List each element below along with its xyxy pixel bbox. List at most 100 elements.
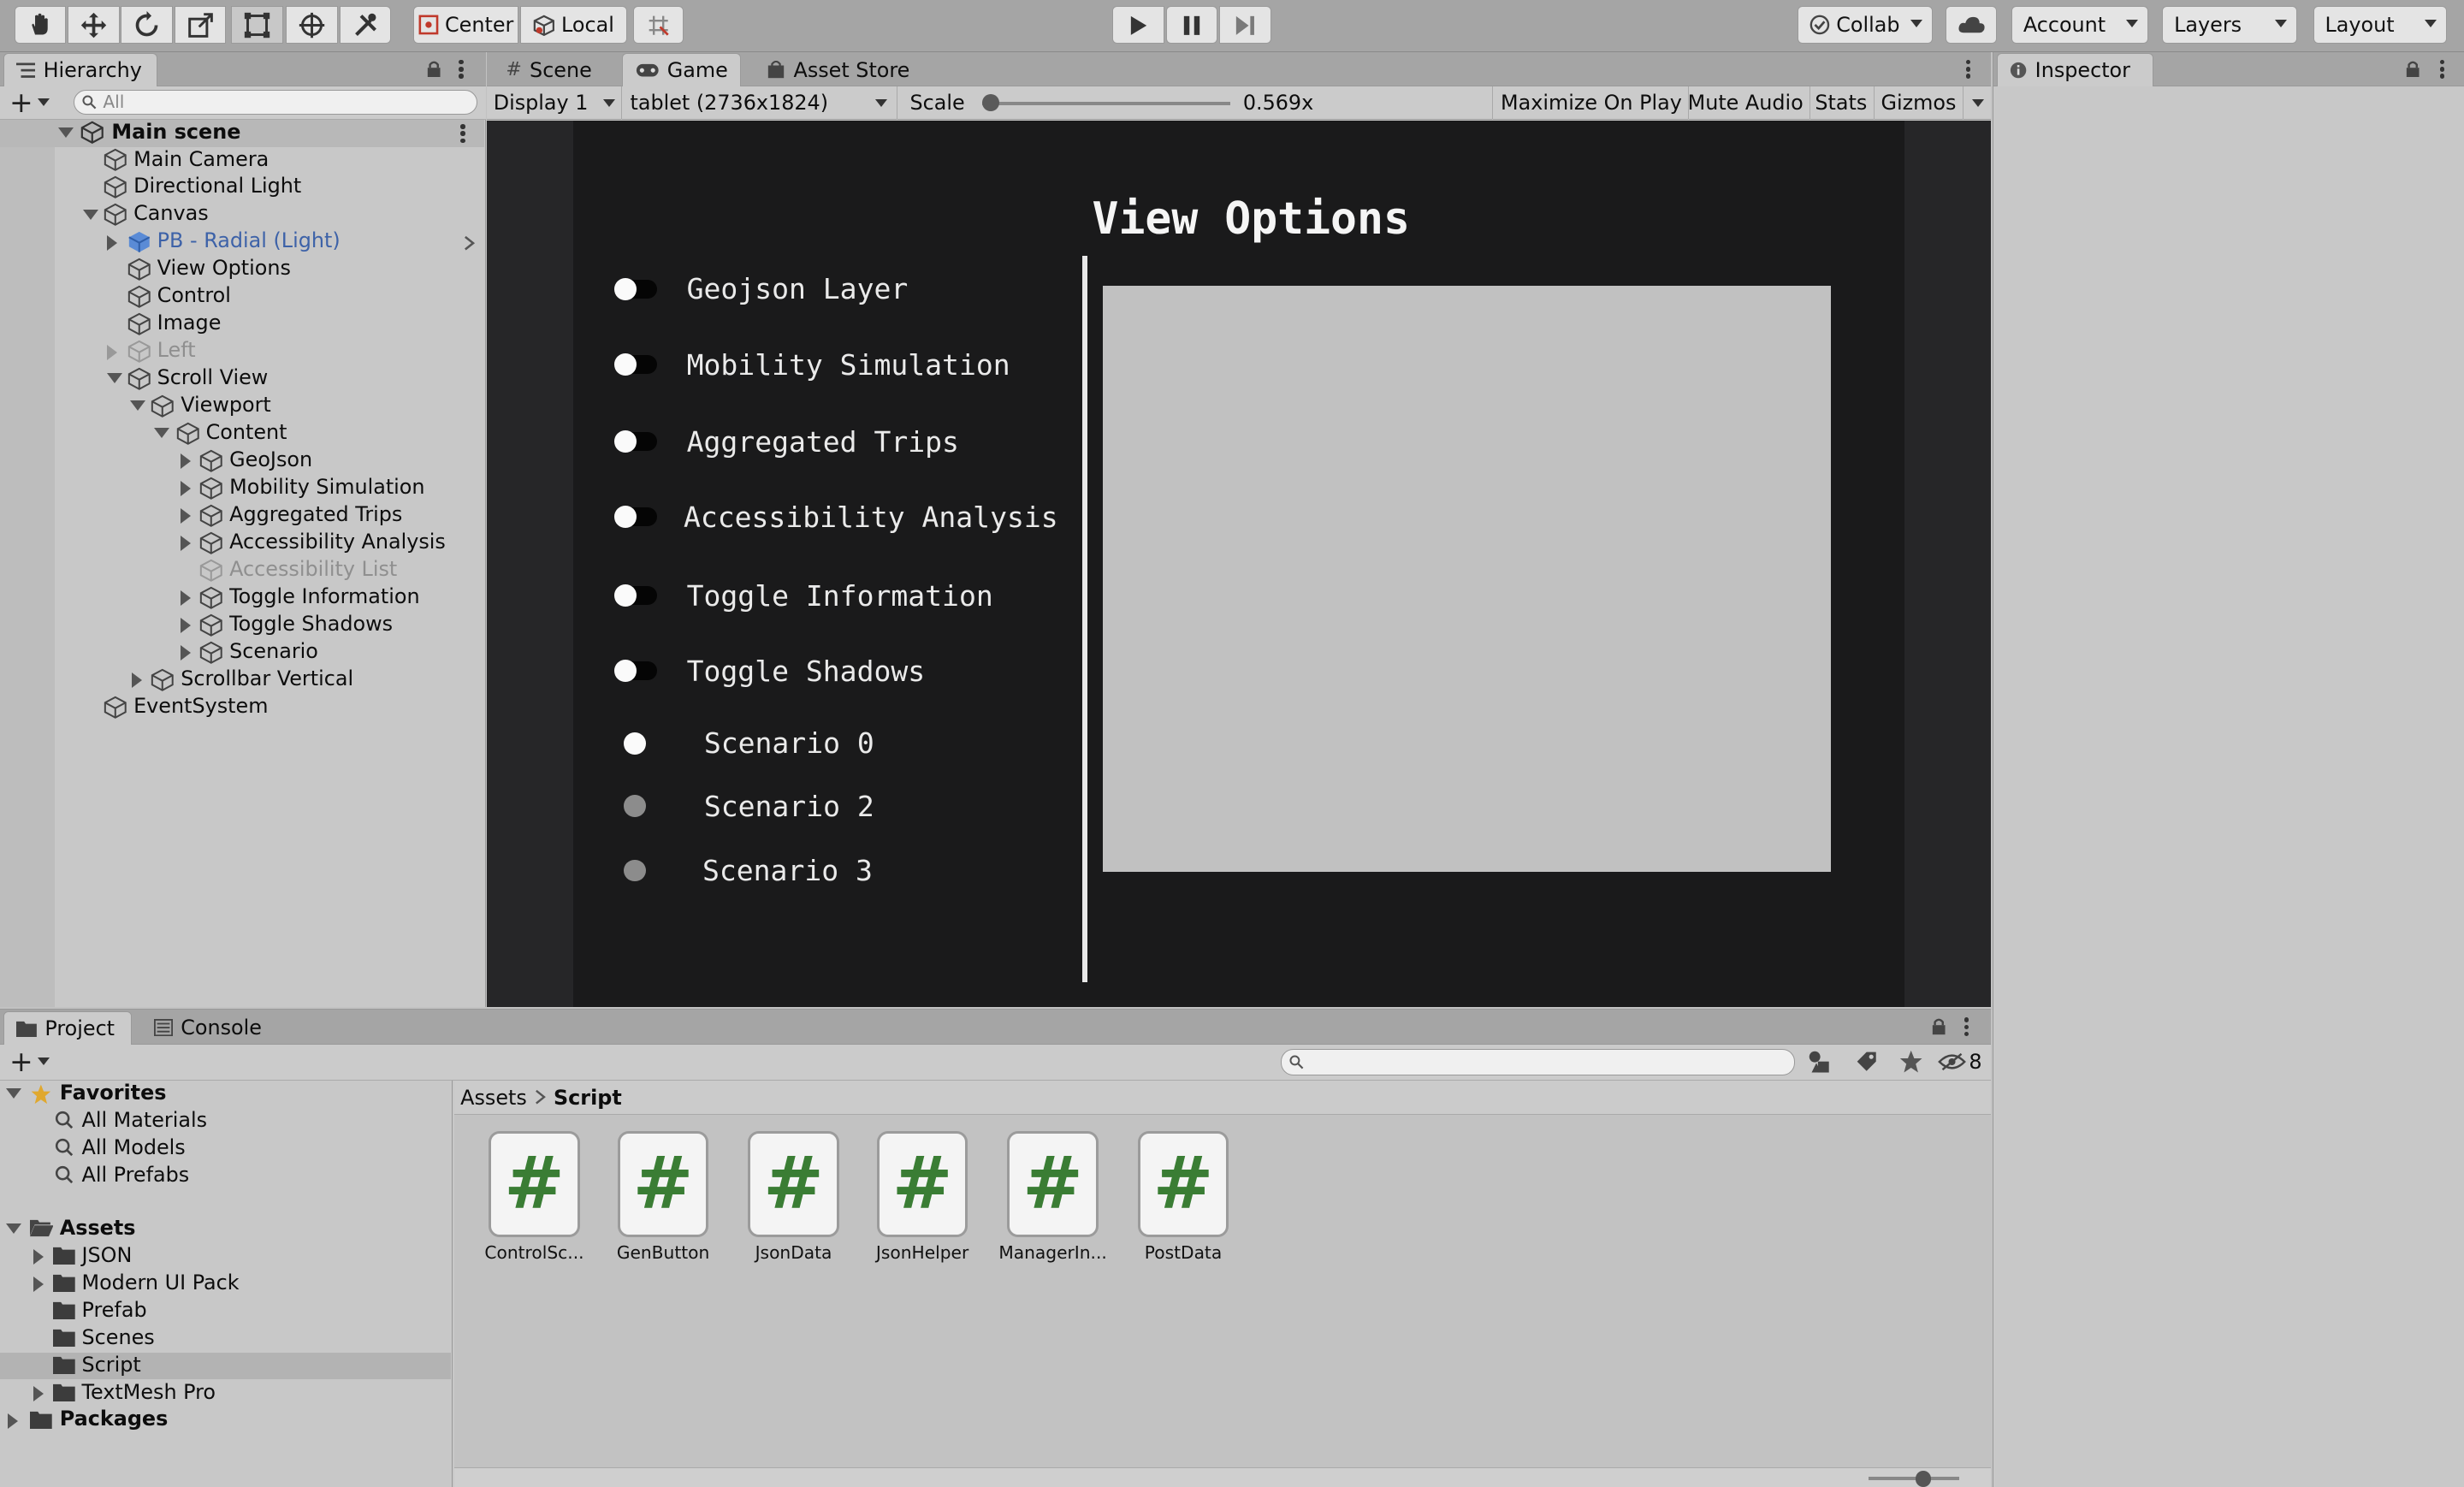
pivot-mode-button[interactable]: Center	[413, 6, 519, 44]
hierarchy-item-scenario[interactable]: Scenario	[0, 639, 484, 666]
hierarchy-item-scroll-view[interactable]: Scroll View	[0, 365, 484, 393]
scale-slider-knob[interactable]	[981, 94, 1000, 112]
create-asset-dropdown[interactable]: +	[9, 1047, 50, 1075]
expand-arrow-icon[interactable]	[83, 209, 99, 220]
play-button[interactable]	[1112, 6, 1164, 44]
expand-arrow-icon[interactable]	[106, 373, 122, 383]
expand-arrow-icon[interactable]	[153, 428, 169, 438]
asset-script-file[interactable]: # JsonData	[731, 1130, 856, 1263]
toggle-mobility-simulation[interactable]: Mobility Simulation	[614, 344, 1010, 385]
scenario-option-0[interactable]: Scenario 0	[624, 723, 874, 764]
tab-game[interactable]: Game	[622, 53, 742, 86]
hierarchy-item-viewport[interactable]: Viewport	[0, 393, 484, 420]
collapse-arrow-icon[interactable]	[33, 1385, 44, 1401]
transform-tool-button[interactable]	[286, 6, 338, 44]
hierarchy-item-mobility-simulation[interactable]: Mobility Simulation	[0, 475, 484, 502]
star-icon[interactable]	[1898, 1049, 1923, 1074]
scale-slider[interactable]	[981, 94, 1231, 112]
expand-arrow-icon[interactable]	[130, 400, 146, 411]
hidden-packages-toggle[interactable]: 8	[1937, 1049, 1982, 1074]
collapse-arrow-icon[interactable]	[106, 234, 117, 251]
toggle-shadows[interactable]: Toggle Shadows	[614, 650, 925, 691]
collapse-arrow-icon[interactable]	[181, 645, 191, 661]
hierarchy-item-eventsystem[interactable]: EventSystem	[0, 694, 484, 721]
asset-script-file[interactable]: # JsonHelper	[860, 1130, 986, 1263]
tab-asset-store[interactable]: Asset Store	[755, 53, 922, 86]
inspector-menu-icon[interactable]	[2439, 59, 2445, 79]
collapse-arrow-icon[interactable]	[106, 344, 117, 360]
center-panel-menu-icon[interactable]	[1965, 59, 1971, 79]
toggle-switch[interactable]	[614, 353, 657, 376]
scenario-option-3[interactable]: Scenario 3	[624, 850, 873, 892]
scene-menu-icon[interactable]	[460, 124, 465, 144]
tree-folder-script[interactable]: Script	[0, 1352, 452, 1380]
tree-assets[interactable]: Assets	[0, 1216, 451, 1243]
resolution-dropdown[interactable]: tablet (2736x1824)	[624, 86, 897, 120]
filter-by-type-icon[interactable]	[1807, 1049, 1832, 1074]
grid-snap-button[interactable]	[633, 6, 684, 44]
toggle-aggregated-trips[interactable]: Aggregated Trips	[614, 421, 959, 462]
hierarchy-item-accessibility-analysis[interactable]: Accessibility Analysis	[0, 530, 484, 557]
expand-arrow-icon[interactable]	[6, 1223, 22, 1234]
hierarchy-item-main-camera[interactable]: Main Camera	[0, 147, 484, 175]
breadcrumb-root[interactable]: Assets	[460, 1086, 527, 1110]
lock-icon[interactable]	[426, 60, 441, 77]
tab-hierarchy[interactable]: Hierarchy	[3, 53, 157, 86]
label-tag-icon[interactable]	[1854, 1049, 1879, 1074]
project-search-input[interactable]	[1280, 1049, 1795, 1076]
hierarchy-item-canvas[interactable]: Canvas	[0, 201, 484, 228]
lock-icon[interactable]	[2405, 60, 2420, 77]
display-dropdown[interactable]: Display 1	[487, 86, 623, 120]
cloud-button[interactable]	[1945, 6, 1998, 44]
pivot-space-button[interactable]: Local	[519, 6, 627, 44]
tree-folder-json[interactable]: JSON	[0, 1243, 451, 1271]
gizmos-dropdown[interactable]	[1966, 86, 1991, 120]
collapse-arrow-icon[interactable]	[181, 453, 191, 470]
custom-tool-button[interactable]	[339, 6, 392, 44]
toggle-accessibility-analysis[interactable]: Accessibility Analysis	[614, 496, 1058, 537]
move-tool-button[interactable]	[67, 6, 120, 44]
toggle-switch[interactable]	[614, 660, 657, 683]
rotate-tool-button[interactable]	[121, 6, 174, 44]
scene-row[interactable]: Main scene	[0, 119, 484, 147]
hand-tool-button[interactable]	[14, 6, 67, 44]
asset-script-file[interactable]: # ControlSc...	[471, 1130, 597, 1263]
scenario-option-2[interactable]: Scenario 2	[624, 785, 874, 826]
maximize-on-play-toggle[interactable]: Maximize On Play	[1495, 86, 1690, 120]
rect-tool-button[interactable]	[230, 6, 283, 44]
hierarchy-item-toggle-information[interactable]: Toggle Information	[0, 584, 484, 612]
toggle-information[interactable]: Toggle Information	[614, 575, 993, 616]
hierarchy-item-left[interactable]: Left	[0, 338, 484, 365]
tree-all-materials[interactable]: All Materials	[0, 1108, 451, 1135]
asset-script-file[interactable]: # ManagerIn...	[990, 1130, 1116, 1263]
hierarchy-item-geojson[interactable]: GeoJson	[0, 447, 484, 475]
collapse-arrow-icon[interactable]	[8, 1413, 18, 1429]
account-dropdown[interactable]: Account	[2011, 6, 2148, 44]
breadcrumb-current[interactable]: Script	[554, 1086, 622, 1110]
collapse-arrow-icon[interactable]	[181, 618, 191, 634]
hierarchy-search-input[interactable]: All	[74, 89, 478, 116]
icon-size-slider-knob[interactable]	[1915, 1471, 1932, 1487]
collapse-arrow-icon[interactable]	[181, 536, 191, 552]
asset-script-file[interactable]: # PostData	[1121, 1130, 1247, 1263]
hierarchy-item-toggle-shadows[interactable]: Toggle Shadows	[0, 612, 484, 639]
step-button[interactable]	[1219, 6, 1271, 44]
hierarchy-item-view-options[interactable]: View Options	[0, 256, 484, 283]
toggle-switch[interactable]	[614, 430, 657, 453]
collab-dropdown[interactable]: Collab	[1798, 6, 1934, 44]
collapse-arrow-icon[interactable]	[132, 672, 142, 689]
tree-all-models[interactable]: All Models	[0, 1135, 451, 1163]
toggle-geojson-layer[interactable]: Geojson Layer	[614, 269, 908, 310]
hierarchy-item-control[interactable]: Control	[0, 283, 484, 311]
tree-folder-textmesh-pro[interactable]: TextMesh Pro	[0, 1380, 451, 1407]
collapse-arrow-icon[interactable]	[181, 508, 191, 524]
collapse-arrow-icon[interactable]	[181, 481, 191, 497]
hierarchy-item-content[interactable]: Content	[0, 420, 484, 447]
tab-inspector[interactable]: Inspector	[1996, 53, 2154, 86]
pause-button[interactable]	[1165, 6, 1218, 44]
hierarchy-item-scrollbar-vertical[interactable]: Scrollbar Vertical	[0, 666, 484, 694]
hierarchy-menu-icon[interactable]	[459, 59, 464, 79]
chevron-right-icon[interactable]	[464, 235, 475, 251]
create-dropdown[interactable]: +	[9, 88, 50, 116]
tab-project[interactable]: Project	[3, 1010, 133, 1045]
